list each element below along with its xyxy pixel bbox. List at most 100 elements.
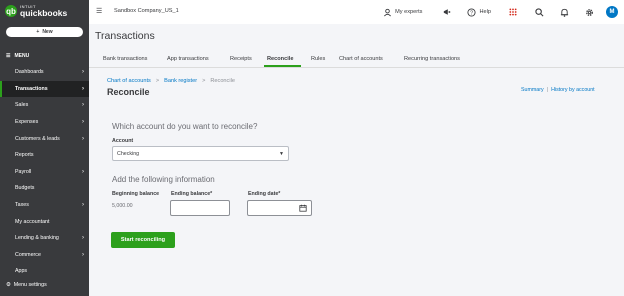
gear-icon: ⚙ bbox=[6, 282, 11, 288]
search-icon[interactable] bbox=[535, 7, 544, 17]
sidebar-item-label: Payroll bbox=[15, 168, 32, 175]
info-heading: Add the following information bbox=[112, 175, 215, 184]
account-select[interactable]: Checking ▼ bbox=[112, 146, 289, 161]
user-avatar[interactable]: M bbox=[606, 6, 618, 18]
sidebar-item-lending-banking[interactable]: Lending & banking › bbox=[0, 230, 89, 247]
my-experts-label: My experts bbox=[395, 9, 423, 15]
sidebar-item-my-accountant[interactable]: My accountant bbox=[0, 213, 89, 230]
tab-receipts[interactable]: Receipts bbox=[230, 56, 252, 62]
breadcrumb-chart-of-accounts[interactable]: Chart of accounts bbox=[107, 78, 151, 84]
reconcile-title: Reconcile bbox=[107, 87, 150, 97]
transactions-tabs: Bank transactions App transactions Receipt… bbox=[89, 52, 624, 68]
chevron-right-icon: › bbox=[82, 168, 84, 175]
account-label: Account bbox=[112, 138, 134, 144]
sidebar-item-budgets[interactable]: Budgets bbox=[0, 180, 89, 197]
beginning-balance-value: 5,000.00 bbox=[112, 203, 133, 209]
help-label: Help bbox=[479, 9, 491, 15]
sidebar-item-label: Commerce bbox=[15, 251, 41, 258]
account-select-value: Checking bbox=[117, 150, 140, 157]
sidebar-item-label: Expenses bbox=[15, 119, 39, 126]
menu-header[interactable]: ☰ MENU bbox=[6, 53, 29, 59]
sidebar-item-label: Lending & banking bbox=[15, 235, 59, 242]
sidebar-item-reports[interactable]: Reports bbox=[0, 147, 89, 164]
logo-quickbooks-text: quickbooks bbox=[20, 8, 68, 18]
menu-settings-label: Menu settings bbox=[13, 282, 47, 288]
menu-settings-button[interactable]: ⚙ Menu settings bbox=[6, 282, 47, 288]
sidebar-item-customers-leads[interactable]: Customers & leads › bbox=[0, 130, 89, 147]
new-button-label: New bbox=[42, 29, 53, 35]
ending-date-input[interactable] bbox=[247, 200, 312, 216]
help-button[interactable]: ? Help bbox=[467, 7, 491, 17]
sidebar-item-label: Customers & leads bbox=[15, 135, 60, 142]
my-experts-button[interactable]: My experts bbox=[383, 8, 422, 17]
sidebar-nav: Dashboards › Transactions › Sales › Expenses › C… bbox=[0, 64, 89, 280]
sidebar: qb INTUIT quickbooks + New ☰ MENU Dashbo… bbox=[0, 0, 89, 296]
notifications-bell-icon[interactable] bbox=[560, 8, 569, 17]
sidebar-item-label: Dashboards bbox=[15, 69, 44, 76]
hamburger-icon: ☰ bbox=[6, 53, 11, 59]
experts-icon bbox=[384, 8, 392, 16]
summary-link[interactable]: Summary bbox=[521, 87, 544, 93]
start-reconciling-button[interactable]: Start reconciling bbox=[111, 232, 175, 248]
chevron-right-icon: › bbox=[82, 119, 84, 126]
breadcrumb-separator: > bbox=[155, 78, 160, 84]
plus-icon: + bbox=[36, 29, 40, 35]
chevron-down-icon: ▼ bbox=[279, 150, 284, 157]
collapse-menu-icon[interactable]: ☰ bbox=[96, 7, 102, 15]
apps-grid-icon[interactable] bbox=[509, 8, 517, 16]
history-by-account-link[interactable]: History by account bbox=[551, 87, 595, 93]
beginning-balance-label: Beginning balance bbox=[112, 191, 160, 197]
breadcrumb-separator: > bbox=[202, 78, 206, 84]
sidebar-item-expenses[interactable]: Expenses › bbox=[0, 114, 89, 131]
sidebar-item-label: My accountant bbox=[15, 218, 50, 225]
breadcrumb-bank-register[interactable]: Bank register bbox=[164, 78, 197, 84]
chevron-right-icon: › bbox=[82, 235, 84, 242]
chevron-right-icon: › bbox=[82, 135, 84, 142]
quickbooks-logo[interactable]: qb INTUIT quickbooks bbox=[5, 5, 67, 18]
tab-recurring-transactions[interactable]: Recurring transactions bbox=[404, 56, 460, 62]
tab-chart-of-accounts[interactable]: Chart of accounts bbox=[339, 56, 383, 62]
active-tab-indicator bbox=[264, 65, 301, 67]
sidebar-item-payroll[interactable]: Payroll › bbox=[0, 164, 89, 181]
tab-app-transactions[interactable]: App transactions bbox=[167, 56, 209, 62]
sidebar-item-commerce[interactable]: Commerce › bbox=[0, 247, 89, 264]
sidebar-item-sales[interactable]: Sales › bbox=[0, 97, 89, 114]
company-name: Sandbox Company_US_1 bbox=[114, 8, 179, 14]
account-question: Which account do you want to reconcile? bbox=[112, 122, 258, 131]
sidebar-item-label: Apps bbox=[15, 268, 28, 275]
chevron-right-icon: › bbox=[82, 202, 84, 209]
ending-balance-input[interactable] bbox=[170, 200, 230, 216]
link-divider: | bbox=[546, 87, 549, 93]
svg-text:?: ? bbox=[470, 10, 473, 16]
chevron-right-icon: › bbox=[82, 102, 84, 109]
sidebar-item-taxes[interactable]: Taxes › bbox=[0, 197, 89, 214]
settings-gear-icon[interactable] bbox=[585, 8, 594, 17]
reconcile-links: Summary | History by account bbox=[521, 87, 595, 93]
page-title: Transactions bbox=[95, 30, 155, 42]
menu-label: MENU bbox=[14, 53, 30, 59]
quickbooks-logo-icon: qb bbox=[5, 5, 17, 18]
sidebar-item-label: Budgets bbox=[15, 185, 35, 192]
help-icon: ? bbox=[467, 7, 477, 16]
ending-date-label: Ending date* bbox=[248, 191, 281, 197]
tab-reconcile[interactable]: Reconcile bbox=[267, 56, 293, 62]
sidebar-item-label: Sales bbox=[15, 102, 29, 109]
tab-bank-transactions[interactable]: Bank transactions bbox=[103, 56, 147, 62]
sidebar-item-label: Taxes bbox=[15, 202, 29, 209]
breadcrumb-current: Reconcile bbox=[210, 78, 235, 84]
sidebar-item-label: Reports bbox=[15, 152, 34, 159]
sidebar-item-apps[interactable]: Apps bbox=[0, 263, 89, 280]
sidebar-item-label: Transactions bbox=[15, 85, 48, 92]
sidebar-item-transactions[interactable]: Transactions › bbox=[0, 80, 89, 98]
chevron-right-icon: › bbox=[82, 69, 84, 76]
new-button[interactable]: + New bbox=[6, 27, 83, 37]
chevron-right-icon: › bbox=[82, 251, 84, 258]
ending-balance-label: Ending balance* bbox=[171, 191, 213, 197]
calendar-icon[interactable] bbox=[299, 204, 307, 212]
breadcrumb: Chart of accounts > Bank register > Reco… bbox=[107, 78, 235, 84]
tab-rules[interactable]: Rules bbox=[311, 56, 325, 62]
chevron-right-icon: › bbox=[82, 85, 84, 92]
sidebar-item-dashboards[interactable]: Dashboards › bbox=[0, 64, 89, 81]
megaphone-icon[interactable] bbox=[443, 8, 451, 16]
top-bar: ☰ Sandbox Company_US_1 My experts ? Help… bbox=[89, 0, 624, 24]
